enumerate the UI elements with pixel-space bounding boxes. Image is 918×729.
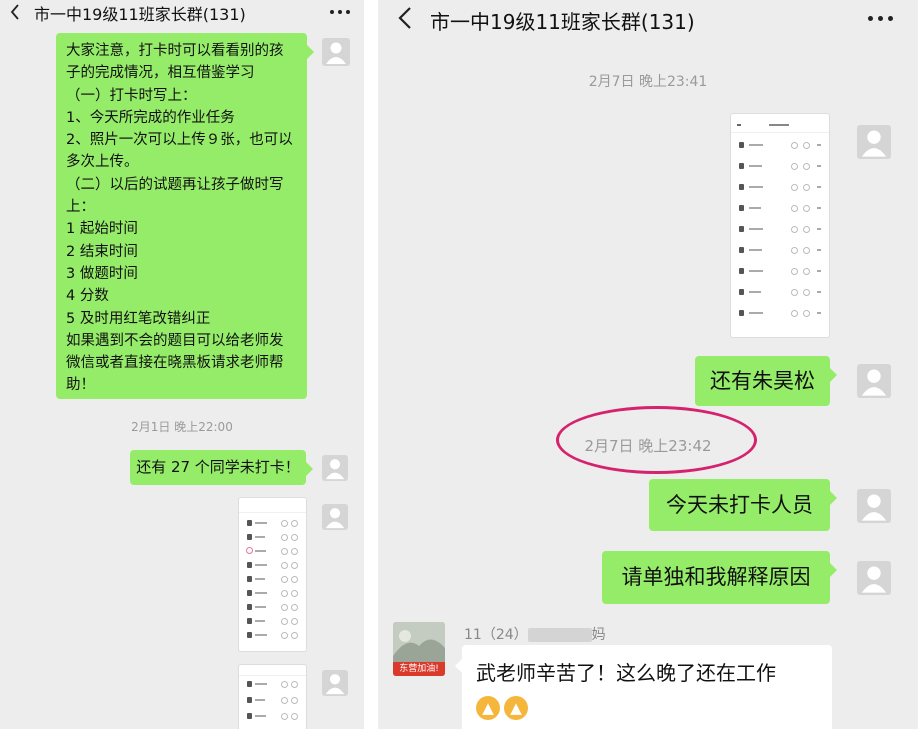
notice-message-bubble[interactable]: 大家注意，打卡时可以看看别的孩 子的完成情况，相互借鉴学习 （一）打卡时写上： … bbox=[56, 33, 314, 399]
thumbs-up-icon: ▲ bbox=[476, 696, 500, 720]
notice-line: 2、照片一次可以上传９张，也可以 bbox=[66, 132, 293, 149]
notice-line: （一）打卡时写上： bbox=[66, 87, 197, 104]
thumbs-up-emoji-row: ▲ ▲ bbox=[476, 694, 832, 720]
right-chat-panel: 市一中19级11班家长群(131) 2月7日 晚上23:41 还有朱昊松 2月7… bbox=[378, 0, 918, 729]
today-unchecked-bubble[interactable]: 今天未打卡人员 bbox=[649, 479, 837, 531]
back-arrow-icon[interactable] bbox=[10, 4, 20, 20]
notice-line: 子的完成情况，相互借鉴学习 bbox=[66, 65, 255, 82]
avatar[interactable] bbox=[857, 489, 891, 523]
sender-avatar[interactable]: 东营加油! bbox=[393, 622, 445, 676]
notice-line: 1、今天所完成的作业任务 bbox=[66, 109, 235, 126]
checkin-screenshot-image[interactable] bbox=[238, 664, 307, 729]
notice-line: 微信或者直接在晓黑板请求老师帮 bbox=[66, 355, 284, 372]
reply-text: 武老师辛苦了！这么晚了还在工作 bbox=[476, 661, 776, 685]
reply-message-bubble[interactable]: 武老师辛苦了！这么晚了还在工作 ▲ ▲ bbox=[455, 645, 832, 729]
notice-line: 5 及时用红笔改错纠正 bbox=[66, 310, 211, 327]
notice-line: 4 分数 bbox=[66, 288, 109, 305]
explain-request-bubble[interactable]: 请单独和我解释原因 bbox=[602, 551, 837, 604]
avatar[interactable] bbox=[322, 455, 348, 481]
highlight-circle-annotation bbox=[556, 406, 757, 474]
chat-title: 市一中19级11班家长群(131) bbox=[34, 5, 246, 24]
notice-line: 3 做题时间 bbox=[66, 265, 138, 282]
back-arrow-icon[interactable] bbox=[398, 7, 412, 29]
thumbs-up-icon: ▲ bbox=[504, 696, 528, 720]
more-options-icon[interactable] bbox=[868, 16, 893, 21]
notice-line: 如果遇到不会的题目可以给老师发 bbox=[66, 332, 284, 349]
avatar[interactable] bbox=[322, 38, 350, 66]
message-timestamp: 2月7日 晚上23:41 bbox=[588, 74, 708, 90]
checkin-screenshot-image[interactable] bbox=[730, 113, 830, 338]
avatar-badge: 东营加油! bbox=[393, 662, 445, 676]
chat-header: 市一中19级11班家长群(131) bbox=[0, 0, 364, 26]
avatar[interactable] bbox=[857, 561, 891, 595]
avatar[interactable] bbox=[857, 125, 891, 159]
notice-line: （二）以后的试题再让孩子做时写 bbox=[66, 176, 284, 193]
chat-header: 市一中19级11班家长群(131) bbox=[378, 0, 918, 40]
checkin-screenshot-image[interactable] bbox=[238, 497, 307, 652]
notice-line: 助！ bbox=[66, 377, 95, 394]
chat-title: 市一中19级11班家长群(131) bbox=[430, 10, 695, 34]
notice-line: 1 起始时间 bbox=[66, 221, 138, 238]
avatar[interactable] bbox=[857, 364, 891, 398]
sender-nickname: 11（24）妈 bbox=[464, 627, 606, 643]
avatar[interactable] bbox=[322, 504, 348, 530]
redacted-name-block bbox=[527, 628, 592, 642]
unchecked-count-bubble[interactable]: 还有 27 个同学未打卡！ bbox=[130, 450, 313, 485]
notice-line: 大家注意，打卡时可以看看别的孩 bbox=[66, 43, 284, 59]
notice-line: 上： bbox=[66, 199, 95, 216]
avatar[interactable] bbox=[322, 670, 348, 696]
more-options-icon[interactable] bbox=[330, 10, 350, 14]
name-message-bubble[interactable]: 还有朱昊松 bbox=[695, 356, 837, 406]
notice-line: 2 结束时间 bbox=[66, 243, 138, 260]
notice-line: 多次上传。 bbox=[66, 154, 139, 171]
message-timestamp: 2月1日 晚上22:00 bbox=[131, 420, 233, 434]
left-chat-panel: 市一中19级11班家长群(131) 大家注意，打卡时可以看看别的孩 子的完成情况… bbox=[0, 0, 364, 729]
